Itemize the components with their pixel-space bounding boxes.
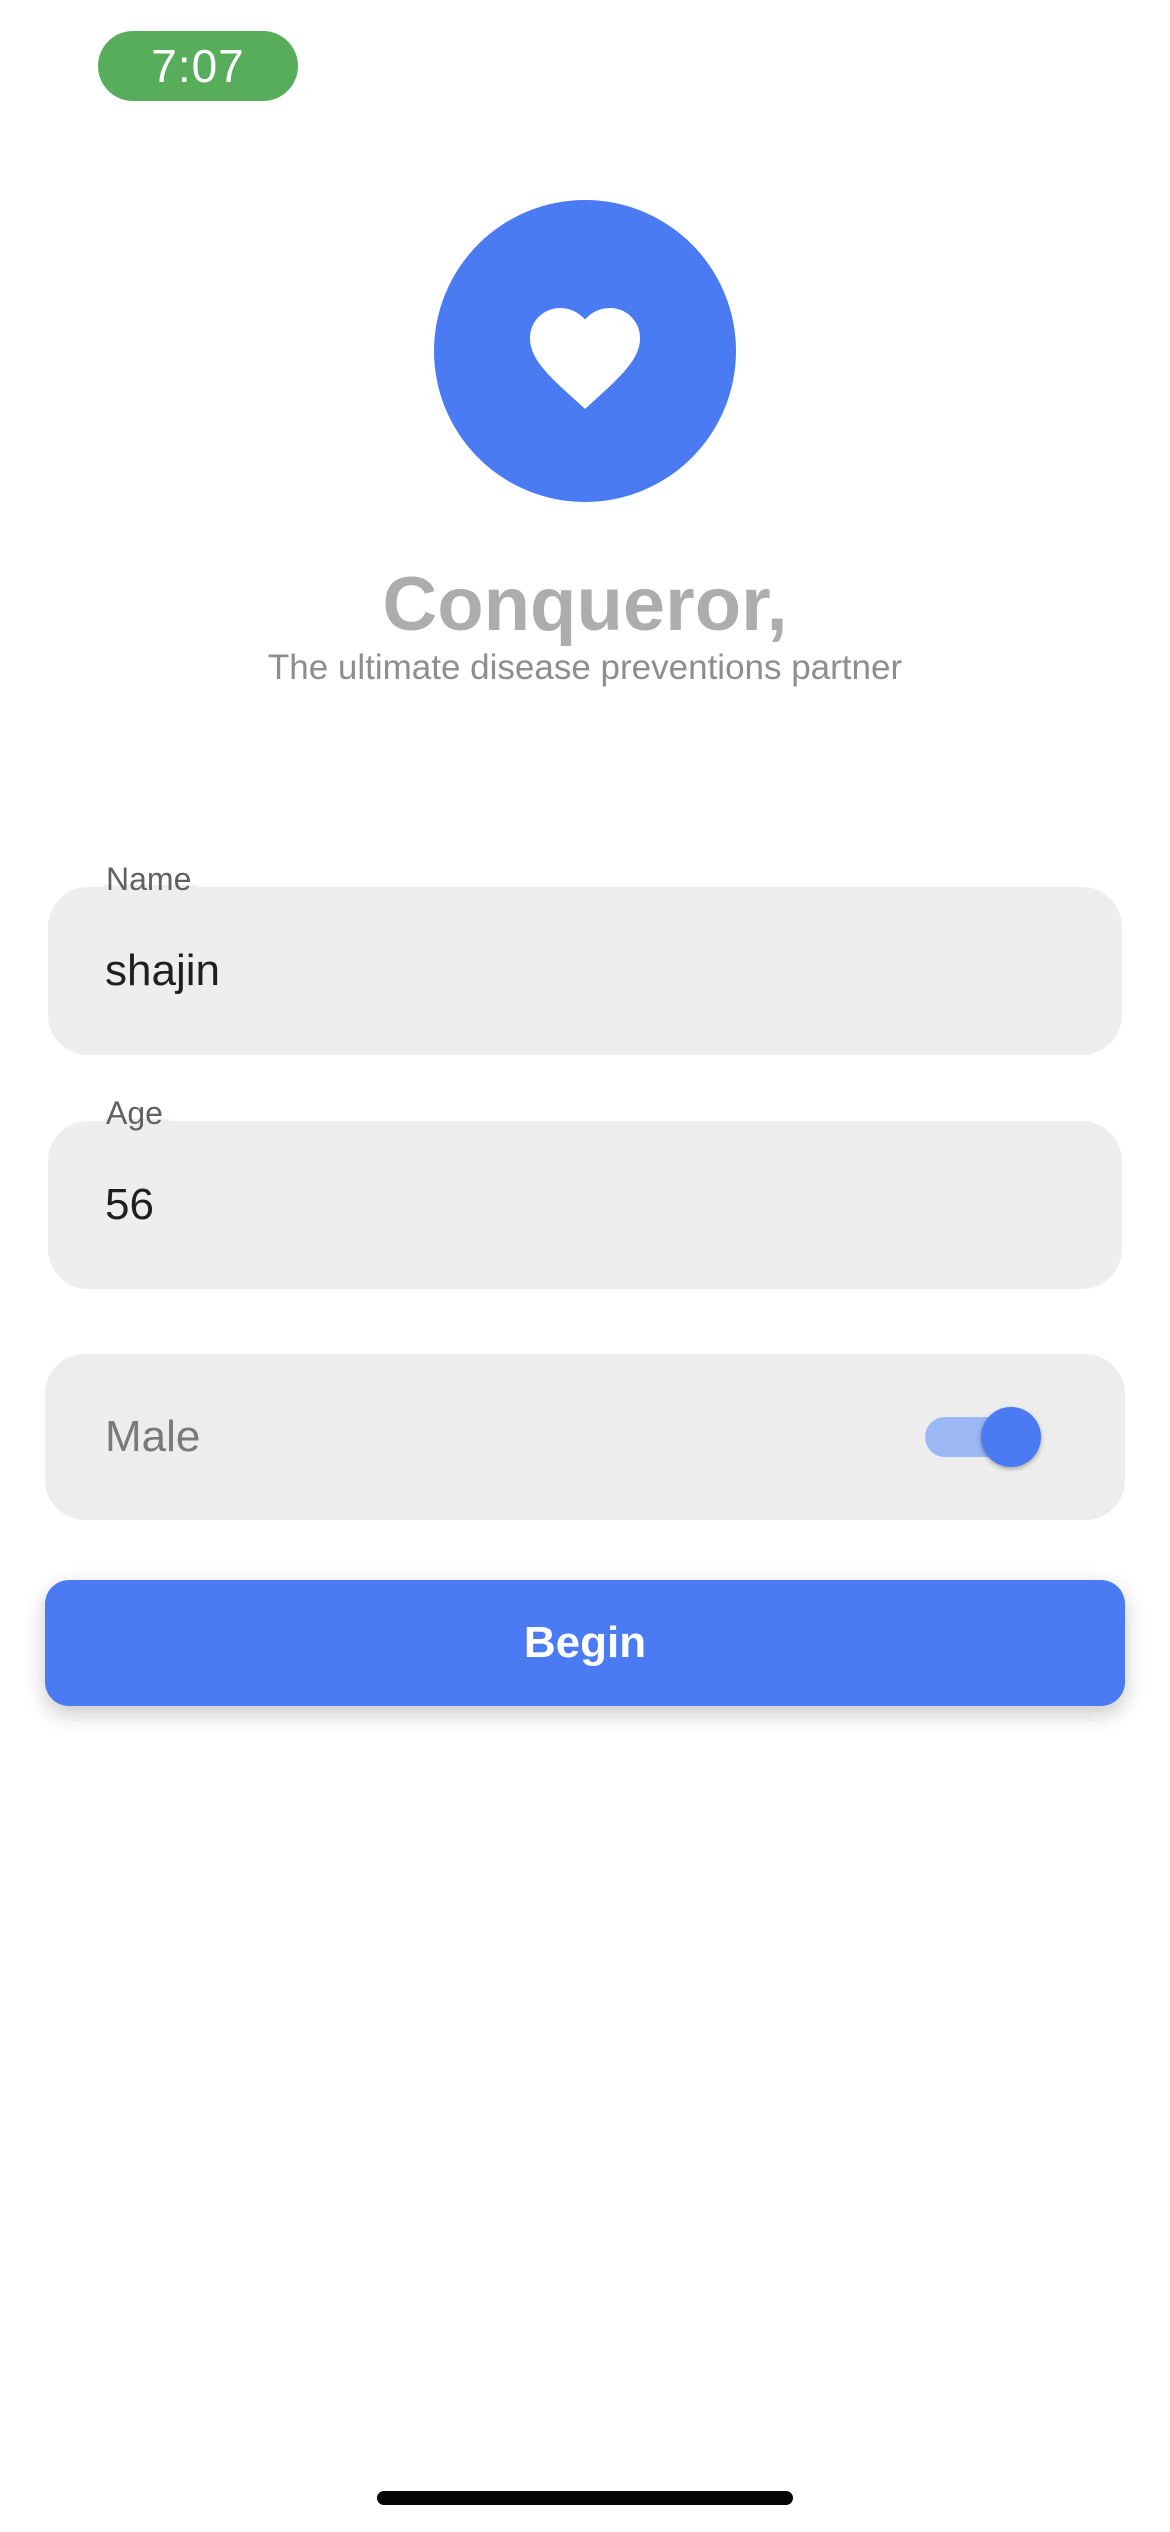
age-input-value[interactable]: 56 bbox=[105, 1121, 154, 1289]
app-title: Conqueror, bbox=[382, 562, 788, 647]
gender-toggle-row[interactable]: Male bbox=[45, 1354, 1125, 1520]
status-time: 7:07 bbox=[98, 31, 298, 101]
gender-toggle-switch[interactable] bbox=[925, 1407, 1041, 1467]
age-field[interactable]: Age 56 bbox=[48, 1093, 1122, 1289]
gender-toggle-label: Male bbox=[105, 1412, 201, 1461]
name-input-value[interactable]: shajin bbox=[105, 887, 220, 1055]
toggle-thumb[interactable] bbox=[981, 1407, 1041, 1467]
name-field[interactable]: Name shajin bbox=[48, 859, 1122, 1055]
begin-button[interactable]: Begin bbox=[45, 1580, 1125, 1706]
heart-icon bbox=[530, 308, 640, 409]
home-indicator[interactable] bbox=[377, 2491, 793, 2505]
app-subtitle: The ultimate disease preventions partner bbox=[267, 648, 903, 687]
app-logo bbox=[434, 200, 736, 502]
